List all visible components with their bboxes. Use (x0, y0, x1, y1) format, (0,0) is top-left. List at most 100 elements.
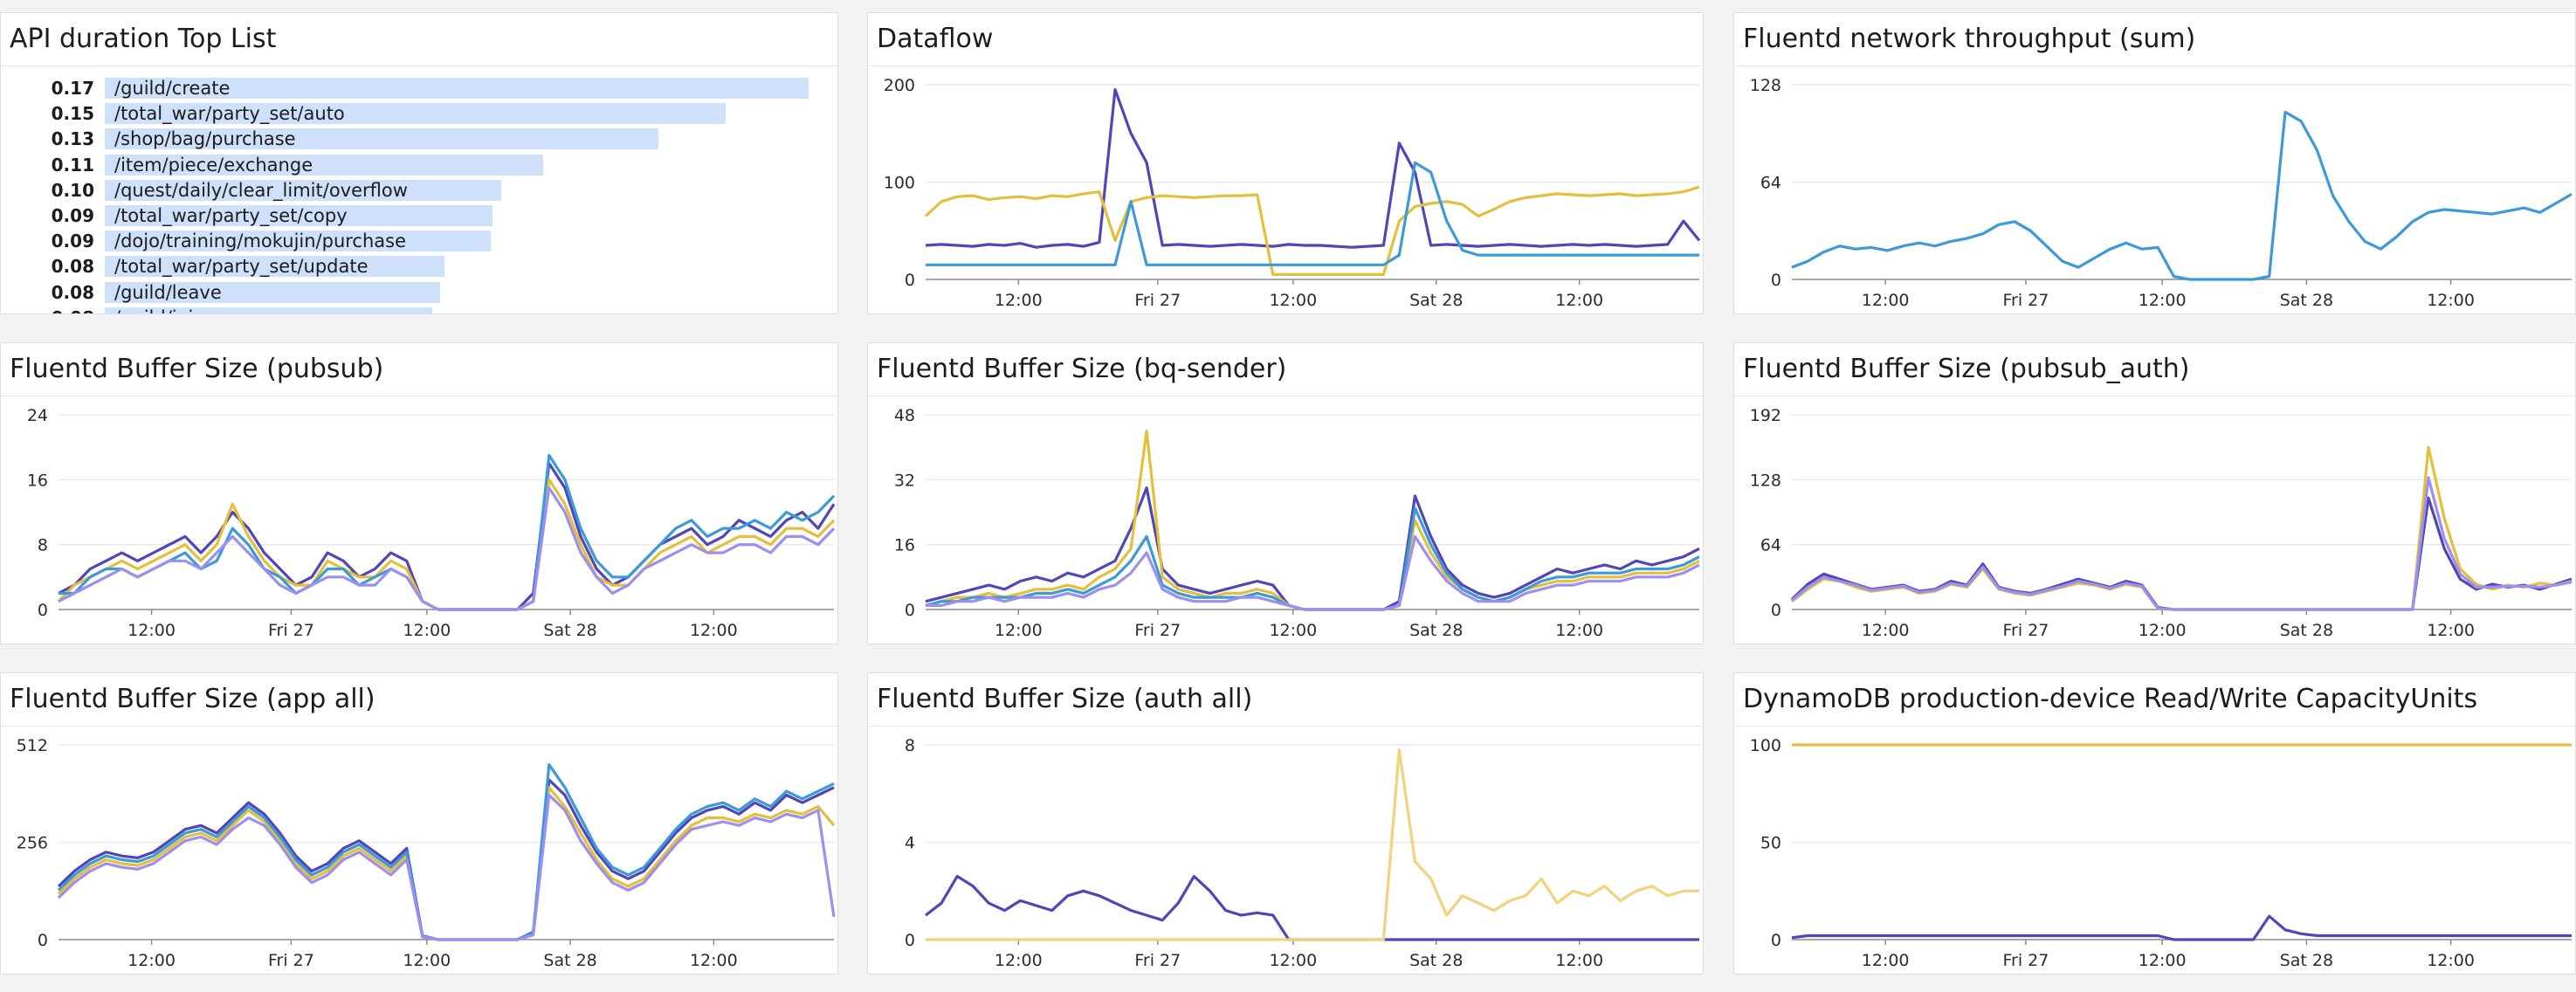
toplist-label: /guild/leave (114, 281, 222, 303)
series-line-blue[interactable] (926, 161, 1699, 266)
y-tick-label: 8 (905, 736, 915, 755)
x-tick-label: 12:00 (2427, 291, 2475, 310)
toplist-row[interactable]: 0.08/total_war/party_set/update (1, 254, 837, 279)
pubsub-buffer-chart[interactable]: 24 16 8 0 12:00 Fri 27 12:00 Sat 28 12:00 (1, 397, 838, 644)
auth-all-buffer-chart[interactable]: 8 4 0 12:00 Fri 27 12:00 Sat 28 12:00 (868, 727, 1704, 975)
x-tick-label: 12:00 (2427, 621, 2475, 640)
x-tick-label: 12:00 (1862, 291, 1910, 310)
series-line-blue[interactable] (1791, 110, 2573, 281)
widget-title[interactable]: Fluentd Buffer Size (bq-sender) (868, 343, 1703, 396)
series-line-lightyellow[interactable] (926, 748, 1699, 941)
toplist-value: 0.11 (51, 154, 94, 176)
x-tick-label: 12:00 (690, 951, 738, 970)
y-tick-label: 256 (17, 834, 48, 853)
widget-fluentd-network-throughput: Fluentd network throughput (sum) 128 64 0 1… (1733, 12, 2576, 314)
x-tick-label: 12:00 (2139, 621, 2187, 640)
x-tick-label: 12:00 (403, 621, 451, 640)
toplist-value: 0.09 (51, 205, 94, 226)
app-all-buffer-chart[interactable]: 512 256 0 12:00 Fri 27 12:00 Sat 28 12:00 (1, 727, 838, 975)
y-tick-label: 32 (894, 471, 915, 490)
y-tick-label: 0 (1771, 271, 1781, 290)
toplist-label: /total_war/party_set/update (114, 256, 368, 278)
series-line-purple[interactable] (58, 462, 836, 611)
x-tick-label: 12:00 (1269, 951, 1317, 970)
dynamodb-capacity-chart[interactable]: 100 50 0 12:00 Fri 27 12:00 Sat 28 12:00 (1734, 727, 2576, 975)
widget-title[interactable]: API duration Top List (1, 13, 837, 66)
toplist-label: /total_war/party_set/copy (114, 205, 348, 226)
bq-sender-buffer-chart[interactable]: 48 32 16 0 12:00 Fri 27 12:00 Sat 28 12:00 (868, 397, 1704, 644)
toplist-label: /guild/create (114, 78, 231, 99)
y-tick-label: 64 (1760, 536, 1781, 555)
widget-title[interactable]: Fluentd Buffer Size (pubsub_auth) (1734, 343, 2575, 396)
toplist-value: 0.08 (51, 281, 94, 303)
x-tick-label: Fri 27 (2002, 951, 2049, 970)
x-tick-label: 12:00 (1862, 621, 1910, 640)
series-line-lavender[interactable] (1790, 476, 2573, 611)
y-tick-label: 0 (38, 931, 48, 950)
x-tick-label: 12:00 (995, 291, 1043, 310)
toplist-row[interactable]: 0.09/total_war/party_set/copy (1, 203, 837, 228)
widget-title[interactable]: Fluentd network throughput (sum) (1734, 13, 2575, 66)
toplist-value: 0.09 (51, 231, 94, 252)
series-line-purple[interactable] (925, 874, 1699, 941)
x-tick-label: 12:00 (2139, 951, 2187, 970)
y-tick-label: 100 (884, 174, 915, 193)
x-tick-label: 12:00 (1555, 951, 1603, 970)
widget-fluentd-buffer-app-all: Fluentd Buffer Size (app all) 512 256 0 12:… (0, 672, 838, 975)
toplist-label: /dojo/training/mokujin/purchase (114, 231, 407, 252)
toplist-value: 0.13 (51, 128, 94, 150)
x-tick-label: Sat 28 (1409, 951, 1463, 970)
y-tick-label: 0 (905, 601, 915, 620)
x-tick-label: 12:00 (1555, 621, 1603, 640)
toplist-row[interactable]: 0.13/shop/bag/purchase (1, 127, 837, 151)
widget-title[interactable]: Fluentd Buffer Size (auth all) (868, 673, 1703, 727)
series-line-yellow[interactable] (1791, 445, 2573, 611)
toplist-row[interactable]: 0.09/dojo/training/mokujin/purchase (1, 229, 837, 253)
series-line-yellow[interactable] (57, 786, 836, 941)
x-tick-label: Fri 27 (268, 951, 314, 970)
toplist-row[interactable]: 0.10/quest/daily/clear_limit/overflow (1, 178, 837, 203)
x-tick-label: Sat 28 (2280, 951, 2333, 970)
throughput-chart[interactable]: 128 64 0 12:00 Fri 27 12:00 Sat 28 12:00 (1734, 67, 2576, 314)
widget-title[interactable]: Dataflow (868, 13, 1703, 66)
x-tick-label: 12:00 (2139, 291, 2187, 310)
y-tick-label: 192 (1750, 406, 1781, 425)
series-line-purple[interactable] (925, 486, 1700, 611)
x-tick-label: Sat 28 (543, 621, 596, 640)
x-tick-label: Sat 28 (543, 951, 596, 970)
widget-title[interactable]: DynamoDB production-device Read/Write Ca… (1734, 673, 2575, 727)
toplist-value: 0.15 (51, 103, 94, 125)
pubsub-auth-buffer-chart[interactable]: 192 128 64 0 12:00 Fri 27 12:00 Sat 28 12:00 (1734, 397, 2576, 644)
series-line-blue[interactable] (57, 762, 835, 941)
series-line-purple[interactable] (925, 88, 1701, 249)
x-tick-label: Sat 28 (1409, 621, 1463, 640)
widget-title[interactable]: Fluentd Buffer Size (pubsub) (1, 343, 837, 396)
series-line-purple[interactable] (1791, 914, 2572, 941)
series-line-blue[interactable] (925, 506, 1700, 611)
toplist-row[interactable]: 0.17/guild/create (1, 76, 837, 100)
y-tick-label: 16 (894, 536, 915, 555)
toplist-row[interactable]: 0.11/item/piece/exchange (1, 153, 837, 177)
y-tick-label: 128 (1750, 471, 1781, 490)
series-line-blue[interactable] (59, 453, 836, 611)
x-tick-label: Fri 27 (1134, 291, 1181, 310)
widget-fluentd-buffer-pubsub-auth: Fluentd Buffer Size (pubsub_auth) 192 128… (1733, 342, 2576, 644)
y-tick-label: 0 (905, 931, 915, 950)
x-tick-label: 12:00 (1269, 621, 1317, 640)
x-tick-label: Fri 27 (2002, 621, 2049, 640)
y-tick-label: 16 (27, 471, 48, 490)
toplist-label: /total_war/party_set/auto (114, 103, 345, 125)
x-tick-label: Fri 27 (268, 621, 314, 640)
widget-fluentd-buffer-auth-all: Fluentd Buffer Size (auth all) 8 4 0 12:00 F… (867, 672, 1704, 975)
series-line-yellow[interactable] (924, 185, 1700, 276)
y-tick-label: 100 (1750, 736, 1781, 755)
y-tick-label: 4 (905, 834, 915, 853)
dataflow-chart[interactable]: 200 100 0 12:00 Fri 27 12:00 Sat 28 12:00 (868, 67, 1704, 314)
toplist-label: /quest/daily/clear_limit/overflow (114, 179, 408, 201)
toplist-row[interactable]: 0.08/guild/join (1, 306, 837, 313)
widget-title[interactable]: Fluentd Buffer Size (app all) (1, 673, 837, 727)
toplist-row[interactable]: 0.08/guild/leave (1, 280, 837, 305)
toplist-row[interactable]: 0.15/total_war/party_set/auto (1, 101, 837, 126)
x-tick-label: Fri 27 (1134, 621, 1181, 640)
widget-dynamodb-capacity: DynamoDB production-device Read/Write Ca… (1733, 672, 2576, 975)
